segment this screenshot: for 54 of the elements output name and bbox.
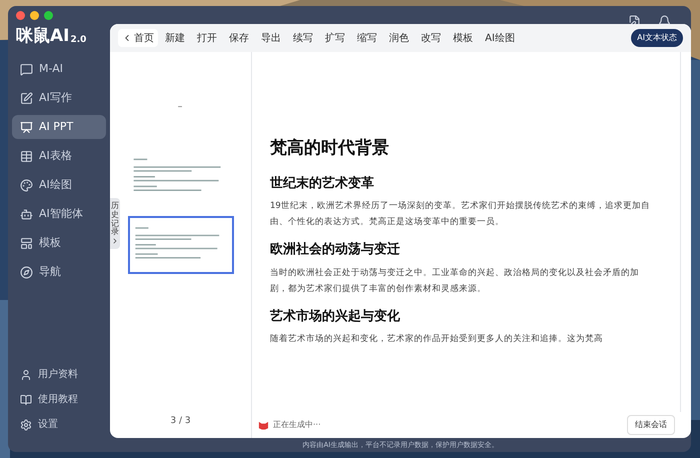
section-text: 19世纪末，欧洲艺术界经历了一场深刻的变革。艺术家们开始摆脱传统艺术的束缚，追求更加自由、个性化的表达方式。梵高正是这场变革中的重要一员。	[270, 200, 651, 229]
sidebar-item[interactable]: 模板	[12, 231, 106, 255]
toolbar-button[interactable]: 打开	[192, 30, 222, 46]
toolbar-button[interactable]: 导出	[256, 30, 286, 46]
compass-icon	[20, 266, 33, 278]
settings-icon	[20, 418, 32, 430]
toolbar-button[interactable]: AI绘图	[480, 30, 520, 46]
template-icon	[20, 236, 33, 250]
sidebar-item[interactable]: AI写作	[12, 86, 106, 110]
robot-icon	[20, 208, 33, 220]
sidebar-item[interactable]: AI绘图	[12, 173, 106, 197]
chevron-right-icon	[111, 237, 119, 246]
sidebar-item[interactable]: M-AI	[12, 57, 106, 81]
home-button[interactable]: 首页	[118, 29, 158, 47]
app-version: 2.0	[70, 36, 86, 45]
palette-icon	[20, 178, 33, 192]
section-heading: 世纪末的艺术变革	[270, 174, 375, 192]
mascot-icon	[258, 420, 269, 430]
status-badge: AI文本状态	[631, 29, 683, 47]
toolbar-button[interactable]: 扩写	[320, 30, 350, 46]
sidebar-link[interactable]: 设置	[20, 417, 98, 432]
sidebar-item[interactable]: AI表格	[12, 144, 106, 168]
section-heading: 艺术市场的兴起与变化	[270, 308, 401, 326]
sidebar-item[interactable]: AI智能体	[12, 202, 106, 226]
end-session-button[interactable]: 结束会话	[627, 415, 675, 435]
toolbar-button[interactable]: 润色	[384, 30, 414, 46]
toolbar-button[interactable]: 改写	[416, 30, 446, 46]
sidebar-link[interactable]: 使用教程	[20, 392, 98, 407]
table-icon	[20, 150, 33, 162]
toolbar-button[interactable]: 模板	[448, 30, 478, 46]
chat-icon	[20, 62, 33, 76]
section-text: 随着艺术市场的兴起和变化，艺术家的作品开始受到更多人的关注和追捧。这为梵高	[270, 332, 604, 346]
close-window-button[interactable]	[16, 10, 25, 20]
generating-status: 正在生成中···	[273, 419, 321, 431]
toolbar-button[interactable]: 续写	[288, 30, 318, 46]
section-heading: 欧洲社会的动荡与变迁	[270, 240, 401, 259]
sidebar-item[interactable]: AI PPT	[12, 115, 106, 139]
minimize-window-button[interactable]	[30, 10, 39, 20]
toolbar-button[interactable]: 新建	[160, 30, 190, 46]
sidebar-item[interactable]: 导航	[12, 260, 106, 284]
slide-thumbnail[interactable]	[128, 216, 234, 274]
section-text: 当时的欧洲社会正处于动荡与变迁之中。工业革命的兴起、政治格局的变化以及社会矛盾的加剧，都为艺术家们提供了丰富的创作素材和灵感来源。	[270, 266, 640, 296]
pen-icon	[20, 92, 33, 104]
toolbar-button[interactable]: 保存	[224, 30, 254, 46]
sidebar-link[interactable]: 用户资料	[20, 367, 98, 382]
slides-icon	[20, 120, 33, 134]
page-counter: 3 / 3	[170, 414, 191, 428]
book-icon	[20, 394, 32, 406]
history-tab[interactable]: 历史记录	[110, 198, 120, 250]
zoom-window-button[interactable]	[44, 10, 53, 20]
document-title: 梵高的时代背景	[270, 137, 390, 160]
toolbar-button[interactable]: 缩写	[352, 30, 382, 46]
app-logo: 咪鼠AI	[16, 28, 70, 45]
user-icon	[20, 368, 32, 380]
